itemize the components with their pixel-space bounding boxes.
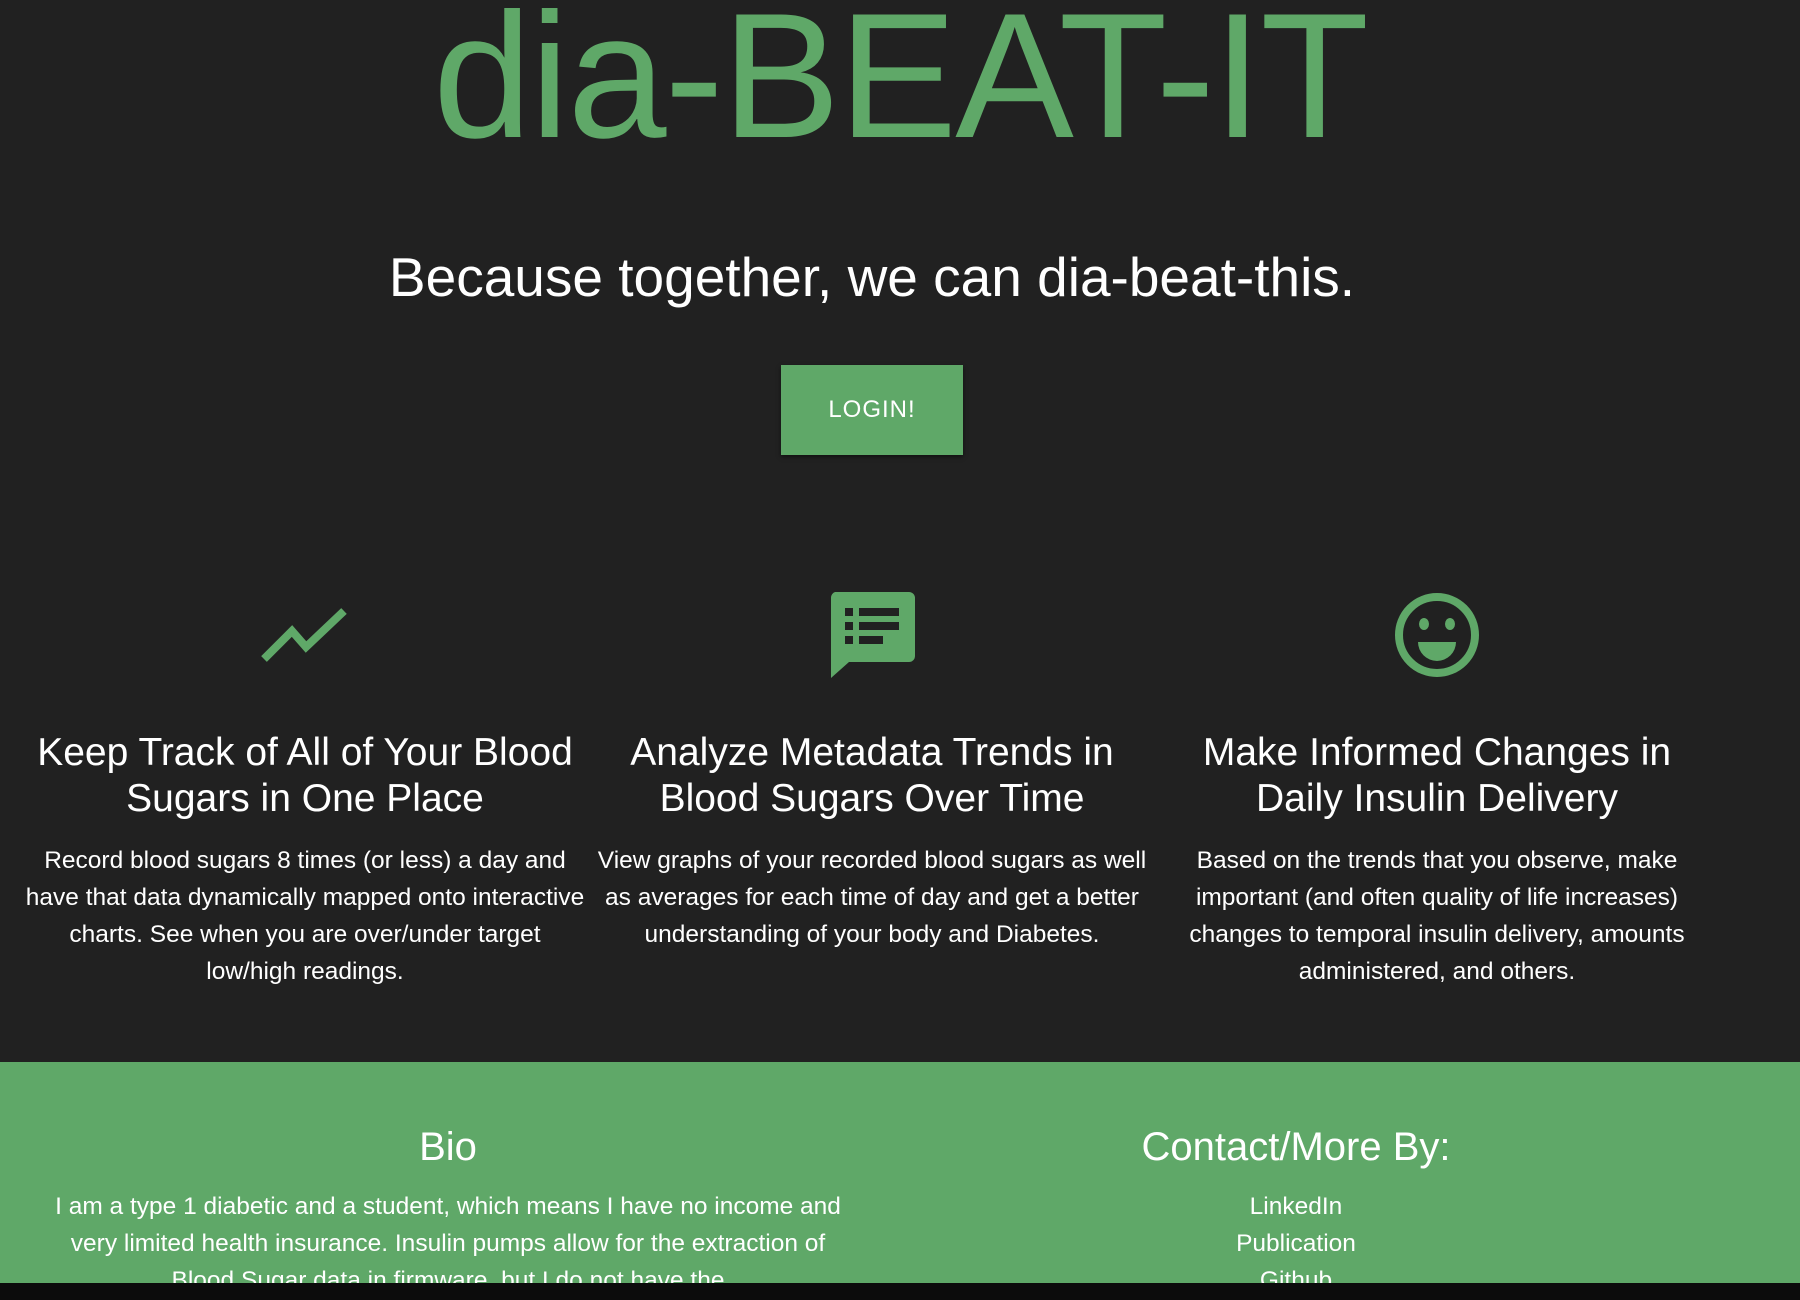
bio-column: Bio I am a type 1 diabetic and a student… xyxy=(50,1122,846,1283)
smiley-icon xyxy=(1157,590,1717,680)
list-chat-icon xyxy=(592,590,1152,680)
feature-text: View graphs of your recorded blood sugar… xyxy=(597,847,1147,948)
feature-text: Record blood sugars 8 times (or less) a … xyxy=(25,847,585,985)
contact-heading: Contact/More By: xyxy=(1141,1125,1451,1169)
publication-link[interactable]: Publication xyxy=(1046,1225,1546,1262)
linkedin-link[interactable]: LinkedIn xyxy=(1046,1188,1546,1225)
feature-heading: Keep Track of All of Your Blood Sugars i… xyxy=(37,731,573,820)
feature-changes: Make Informed Changes in Daily Insulin D… xyxy=(1157,590,1717,990)
footer-section: Bio I am a type 1 diabetic and a student… xyxy=(0,1062,1800,1283)
bottom-bar xyxy=(0,1283,1800,1300)
feature-track: Keep Track of All of Your Blood Sugars i… xyxy=(25,590,585,990)
bio-text: I am a type 1 diabetic and a student, wh… xyxy=(55,1193,841,1283)
feature-heading: Make Informed Changes in Daily Insulin D… xyxy=(1202,731,1672,820)
app-title: dia-BEAT-IT xyxy=(432,0,1369,175)
contact-column: Contact/More By: LinkedIn Publication Gi… xyxy=(1046,1122,1546,1283)
login-button[interactable]: LOGIN! xyxy=(781,365,963,455)
github-link[interactable]: Github xyxy=(1046,1262,1546,1283)
feature-text: Based on the trends that you observe, ma… xyxy=(1189,847,1685,985)
bio-heading: Bio xyxy=(419,1125,477,1169)
feature-analyze: Analyze Metadata Trends in Blood Sugars … xyxy=(592,590,1152,953)
hero-section: dia-BEAT-IT Because together, we can dia… xyxy=(0,0,1800,1062)
tagline: Because together, we can dia-beat-this. xyxy=(388,246,1356,308)
feature-heading: Analyze Metadata Trends in Blood Sugars … xyxy=(630,731,1114,820)
trending-up-icon xyxy=(25,590,585,680)
